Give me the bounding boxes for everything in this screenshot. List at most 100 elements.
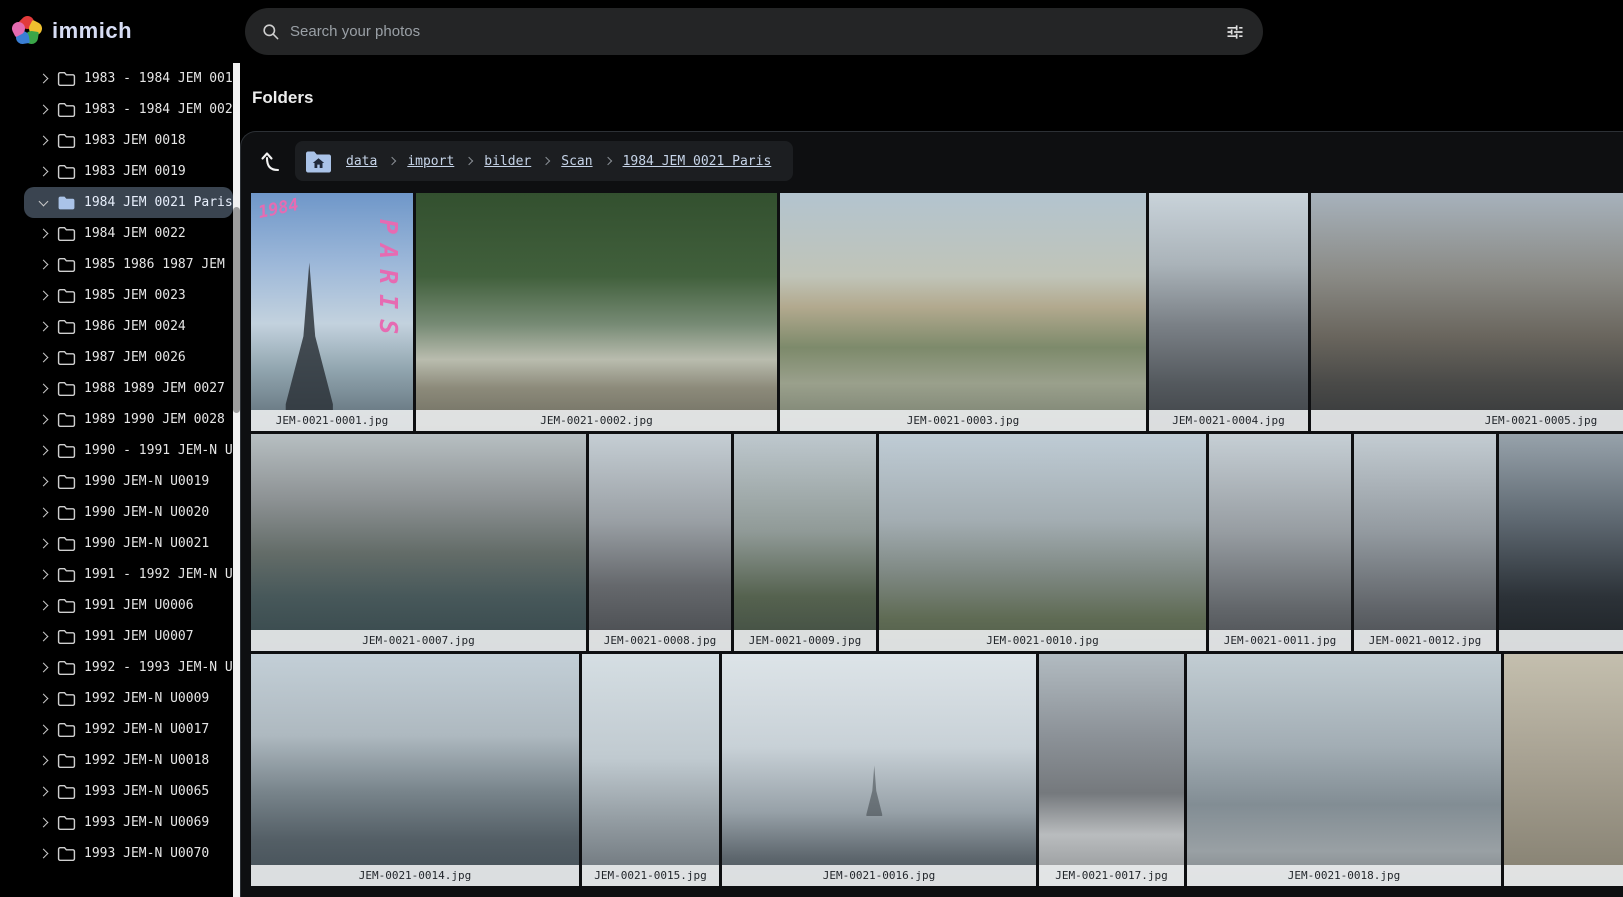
- photo-thumbnail[interactable]: JEM-0021-0015.jpg: [582, 654, 719, 886]
- sidebar-item[interactable]: 1984 JEM 0022: [24, 218, 233, 249]
- chevron-right-icon[interactable]: [39, 818, 49, 828]
- photo-thumbnail[interactable]: JEM-0021-0017.jpg: [1039, 654, 1184, 886]
- breadcrumb-link[interactable]: import: [407, 154, 454, 169]
- sidebar-item[interactable]: 1989 1990 JEM 0028: [24, 404, 233, 435]
- sidebar-item[interactable]: 1993 JEM-N U0065: [24, 776, 233, 807]
- search-input[interactable]: [290, 23, 1215, 40]
- sidebar-item[interactable]: 1991 - 1992 JEM-N U00: [24, 559, 233, 590]
- chevron-right-icon[interactable]: [39, 291, 49, 301]
- sidebar-item[interactable]: 1993 JEM-N U0070: [24, 838, 233, 869]
- photo-thumbnail[interactable]: [1504, 654, 1623, 886]
- chevron-right-icon[interactable]: [39, 105, 49, 115]
- breadcrumb-link[interactable]: data: [346, 154, 377, 169]
- chevron-right-icon[interactable]: [39, 136, 49, 146]
- sidebar-item[interactable]: 1990 JEM-N U0020: [24, 497, 233, 528]
- immich-logo[interactable]: immich: [12, 16, 132, 46]
- eiffel-silhouette: [860, 765, 888, 816]
- chevron-right-icon[interactable]: [39, 756, 49, 766]
- sidebar-item[interactable]: 1991 JEM U0006: [24, 590, 233, 621]
- sidebar-item[interactable]: 1990 JEM-N U0021: [24, 528, 233, 559]
- photo-thumbnail[interactable]: JEM-0021-0002.jpg: [416, 193, 777, 431]
- photo-thumbnail[interactable]: JEM-0021-0012.jpg: [1354, 434, 1496, 651]
- photo-thumbnail[interactable]: JEM-0021-0007.jpg: [251, 434, 586, 651]
- photo-thumbnail[interactable]: JEM-0021-0018.jpg: [1187, 654, 1501, 886]
- breadcrumb-link[interactable]: Scan: [561, 154, 592, 169]
- sidebar-item[interactable]: 1986 JEM 0024: [24, 311, 233, 342]
- chevron-right-icon[interactable]: [39, 229, 49, 239]
- chevron-right-icon[interactable]: [39, 477, 49, 487]
- chevron-right-icon[interactable]: [39, 663, 49, 673]
- chevron-right-icon[interactable]: [39, 384, 49, 394]
- photo-thumbnail[interactable]: JEM-0021-0003.jpg: [780, 193, 1146, 431]
- chevron-right-icon[interactable]: [39, 539, 49, 549]
- sidebar-item[interactable]: 1990 JEM-N U0019: [24, 466, 233, 497]
- sidebar-item[interactable]: 1992 JEM-N U0017: [24, 714, 233, 745]
- sidebar-scrollbar[interactable]: [233, 63, 240, 897]
- sidebar-item-label: 1983 JEM 0019: [84, 164, 186, 179]
- sidebar-item[interactable]: 1983 - 1984 JEM 0020: [24, 94, 233, 125]
- chevron-right-icon[interactable]: [39, 74, 49, 84]
- photo-thumbnail[interactable]: JEM-0021-0010.jpg: [879, 434, 1206, 651]
- chevron-right-icon[interactable]: [39, 787, 49, 797]
- folder-icon: [57, 133, 76, 149]
- photo-thumbnail[interactable]: JEM-0021-0011.jpg: [1209, 434, 1351, 651]
- chevron-right-icon[interactable]: [39, 167, 49, 177]
- photo-thumbnail[interactable]: JEM-0021-0004.jpg: [1149, 193, 1308, 431]
- photo-thumbnail[interactable]: JEM-0021-0009.jpg: [734, 434, 876, 651]
- chevron-right-icon[interactable]: [39, 508, 49, 518]
- sidebar-item[interactable]: 1992 JEM-N U0009: [24, 683, 233, 714]
- sidebar-item[interactable]: 1983 JEM 0018: [24, 125, 233, 156]
- chevron-right-icon[interactable]: [39, 353, 49, 363]
- up-one-level-button[interactable]: [253, 144, 287, 178]
- sidebar-item[interactable]: 1985 JEM 0023: [24, 280, 233, 311]
- tune-filter-icon: [1225, 22, 1245, 42]
- sidebar-item-label: 1983 JEM 0018: [84, 133, 186, 148]
- chevron-right-icon[interactable]: [39, 601, 49, 611]
- home-folder-icon[interactable]: [305, 150, 332, 173]
- photo-filename: JEM-0021-0005.jpg: [1485, 414, 1598, 427]
- folder-icon: [57, 288, 76, 304]
- sidebar-item[interactable]: 1983 JEM 0019: [24, 156, 233, 187]
- chevron-right-icon[interactable]: [39, 694, 49, 704]
- photo-thumbnail[interactable]: JEM-0021-0014.jpg: [251, 654, 579, 886]
- chevron-down-icon[interactable]: [39, 196, 49, 206]
- sidebar-item[interactable]: 1985 1986 1987 JEM 00: [24, 249, 233, 280]
- sidebar-item[interactable]: 1987 JEM 0026: [24, 342, 233, 373]
- sidebar-item[interactable]: 1992 JEM-N U0018: [24, 745, 233, 776]
- photo-thumbnail[interactable]: JEM-0021-0016.jpg: [722, 654, 1036, 886]
- sidebar-item[interactable]: 1990 - 1991 JEM-N U00: [24, 435, 233, 466]
- sidebar-item-label: 1991 - 1992 JEM-N U00: [84, 567, 233, 582]
- folder-icon: [57, 226, 76, 242]
- sidebar-item[interactable]: 1993 JEM-N U0069: [24, 807, 233, 838]
- photo-caption: JEM-0021-0014.jpg: [251, 865, 579, 886]
- photo-filename: JEM-0021-0012.jpg: [1369, 634, 1482, 647]
- chevron-right-icon[interactable]: [39, 446, 49, 456]
- sidebar-item[interactable]: 1983 - 1984 JEM 0017: [24, 63, 233, 94]
- photo-thumbnail[interactable]: [1499, 434, 1623, 651]
- chevron-right-icon[interactable]: [39, 725, 49, 735]
- breadcrumb-link[interactable]: 1984 JEM 0021 Paris: [623, 154, 772, 169]
- photo-thumbnail[interactable]: JEM-0021-0008.jpg: [589, 434, 731, 651]
- sidebar-item[interactable]: 1984 JEM 0021 Paris: [24, 187, 233, 218]
- folder-icon: [57, 567, 76, 583]
- search-bar[interactable]: [245, 8, 1263, 55]
- chevron-right-icon[interactable]: [39, 260, 49, 270]
- chevron-right-icon[interactable]: [39, 849, 49, 859]
- photo-filename: JEM-0021-0016.jpg: [823, 869, 936, 882]
- search-filter-button[interactable]: [1215, 12, 1255, 52]
- photo-thumbnail[interactable]: 1984PARISJEM-0021-0001.jpg: [251, 193, 413, 431]
- sidebar-item[interactable]: 1988 1989 JEM 0027: [24, 373, 233, 404]
- breadcrumb-link[interactable]: bilder: [484, 154, 531, 169]
- chevron-right-icon[interactable]: [39, 322, 49, 332]
- sidebar-item-label: 1984 JEM 0022: [84, 226, 186, 241]
- app-name: immich: [52, 18, 132, 44]
- photo-filename: JEM-0021-0002.jpg: [540, 414, 653, 427]
- chevron-right-icon[interactable]: [39, 570, 49, 580]
- sidebar-item[interactable]: 1992 - 1993 JEM-N U00: [24, 652, 233, 683]
- sidebar-item[interactable]: 1991 JEM U0007: [24, 621, 233, 652]
- eiffel-silhouette: [267, 262, 351, 410]
- chevron-right-icon[interactable]: [39, 415, 49, 425]
- photo-thumbnail[interactable]: JEM-0021-0005.jpg: [1311, 193, 1623, 431]
- sidebar-scrollbar-thumb[interactable]: [233, 207, 240, 413]
- chevron-right-icon[interactable]: [39, 632, 49, 642]
